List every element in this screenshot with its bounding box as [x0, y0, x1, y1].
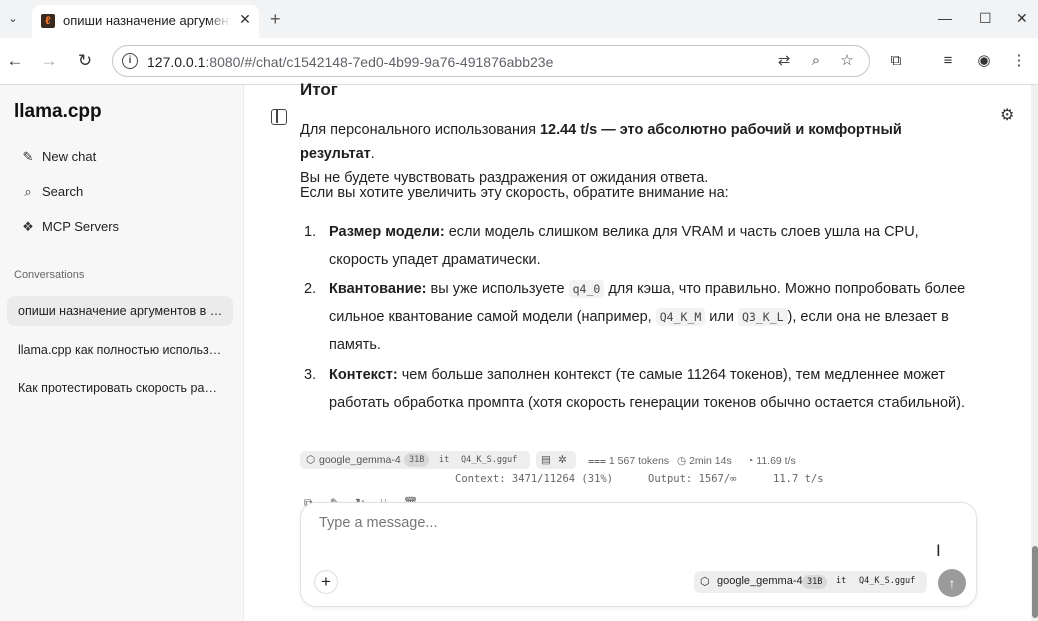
llama-favicon-icon: ℓ [41, 14, 55, 28]
inline-code: Q3_K_L [738, 308, 788, 326]
chat-composer: I + ⬡ google_gemma-4 31B it Q4_K_S.gguf … [300, 502, 977, 607]
edit-icon: ✎ [22, 149, 34, 164]
message-heading: Итог [300, 80, 338, 99]
rate-stat: 11.7 t/s [773, 473, 824, 485]
arrow-up-icon: ↑ [948, 575, 956, 591]
text-view-icon[interactable]: ▤ [541, 454, 551, 466]
profile-icon[interactable]: ◉ [974, 51, 994, 71]
cube-icon: ⬡ [306, 454, 316, 466]
message-paragraph: Для персонального использования 12.44 t/… [300, 122, 902, 186]
time-stat: ◷ 2min 14s [677, 455, 732, 467]
conversation-item[interactable]: Как протестировать скорость раб… [7, 373, 233, 403]
address-bar[interactable]: i 127.0.0.1:8080/#/chat/c1542148-7ed0-4b… [112, 45, 870, 77]
tokens-icon: ⩶ [588, 455, 606, 467]
media-controls-icon[interactable]: ≡ [938, 51, 958, 71]
tab-search-chevron-icon[interactable]: ⌄ [4, 10, 22, 28]
settings-gear-icon[interactable]: ⚙ [1000, 107, 1014, 125]
mcp-icon: ❖ [22, 219, 34, 234]
sidebar-item-search[interactable]: ⌕ Search [14, 180, 232, 204]
scrollbar-thumb[interactable] [1032, 546, 1038, 618]
sidebar-item-mcp-servers[interactable]: ❖ MCP Servers [14, 215, 232, 239]
browser-tab[interactable]: ℓ опиши назначение аргументов ✕ [32, 5, 259, 38]
url-text[interactable]: 127.0.0.1:8080/#/chat/c1542148-7ed0-4b99… [147, 54, 553, 70]
site-info-icon[interactable]: i [122, 53, 138, 69]
inline-code: Q4_K_M [655, 308, 706, 326]
conversation-item[interactable]: llama.cpp как полностью использ… [7, 335, 233, 365]
send-button[interactable]: ↑ [938, 569, 966, 597]
view-toggle[interactable]: ▤ ✲ [536, 451, 576, 469]
cube-icon: ⬡ [700, 576, 710, 588]
forward-arrow-icon[interactable]: → [39, 51, 59, 71]
scrollbar-track[interactable] [1031, 85, 1038, 621]
minimize-icon[interactable]: — [938, 9, 952, 27]
zoom-icon[interactable]: ⌕ [807, 52, 825, 70]
output-stat: Output: 1567/∞ [648, 473, 737, 485]
maximize-icon[interactable]: ☐ [979, 9, 992, 27]
sidebar: llama.cpp ✎ New chat ⌕ Search ❖ MCP Serv… [0, 85, 244, 621]
tokens-stat: ⩶ 1 567 tokens [588, 455, 670, 467]
window-close-icon[interactable]: ✕ [1016, 9, 1028, 27]
model-badge: ⬡ google_gemma-4 31B it Q4_K_S.gguf [300, 451, 530, 469]
tools-icon[interactable]: ✲ [558, 454, 567, 466]
tab-title: опиши назначение аргументов [63, 13, 231, 28]
conversations-heading: Conversations [14, 269, 85, 281]
message-input[interactable] [319, 515, 939, 531]
message-paragraph: Если вы хотите увеличить эту скорость, о… [300, 185, 729, 201]
reload-icon[interactable]: ↻ [75, 51, 95, 71]
sidebar-toggle-icon[interactable] [271, 109, 287, 125]
extensions-icon[interactable]: ⧉ [886, 51, 906, 71]
text-cursor-icon: I [936, 541, 941, 560]
back-arrow-icon[interactable]: ← [5, 51, 25, 71]
search-icon: ⌕ [24, 184, 32, 199]
tab-close-icon[interactable]: ✕ [237, 11, 253, 27]
browser-toolbar: ← → ↻ i 127.0.0.1:8080/#/chat/c1542148-7… [0, 38, 1038, 85]
gauge-icon: ◔ [747, 455, 754, 467]
conversation-item[interactable]: опиши назначение аргументов в … [7, 296, 233, 326]
browser-tab-strip: ⌄ ℓ опиши назначение аргументов ✕ + — ☐ … [0, 0, 1038, 38]
sidebar-item-new-chat[interactable]: ✎ New chat [14, 145, 232, 169]
speed-stat: ◔ 11.69 t/s [747, 455, 796, 467]
context-stat: Context: 3471/11264 (31%) [455, 473, 614, 485]
translate-icon[interactable]: ⇄ [775, 52, 793, 70]
inline-code: q4_0 [568, 280, 605, 298]
new-tab-plus-icon[interactable]: + [270, 9, 281, 29]
app-brand: llama.cpp [14, 101, 102, 122]
browser-menu-icon[interactable]: ⋮ [1009, 51, 1029, 71]
clock-icon: ◷ [677, 455, 687, 467]
bookmark-star-icon[interactable]: ☆ [838, 52, 856, 70]
model-selector[interactable]: ⬡ google_gemma-4 31B it Q4_K_S.gguf [694, 571, 927, 593]
add-attachment-button[interactable]: + [314, 570, 338, 594]
